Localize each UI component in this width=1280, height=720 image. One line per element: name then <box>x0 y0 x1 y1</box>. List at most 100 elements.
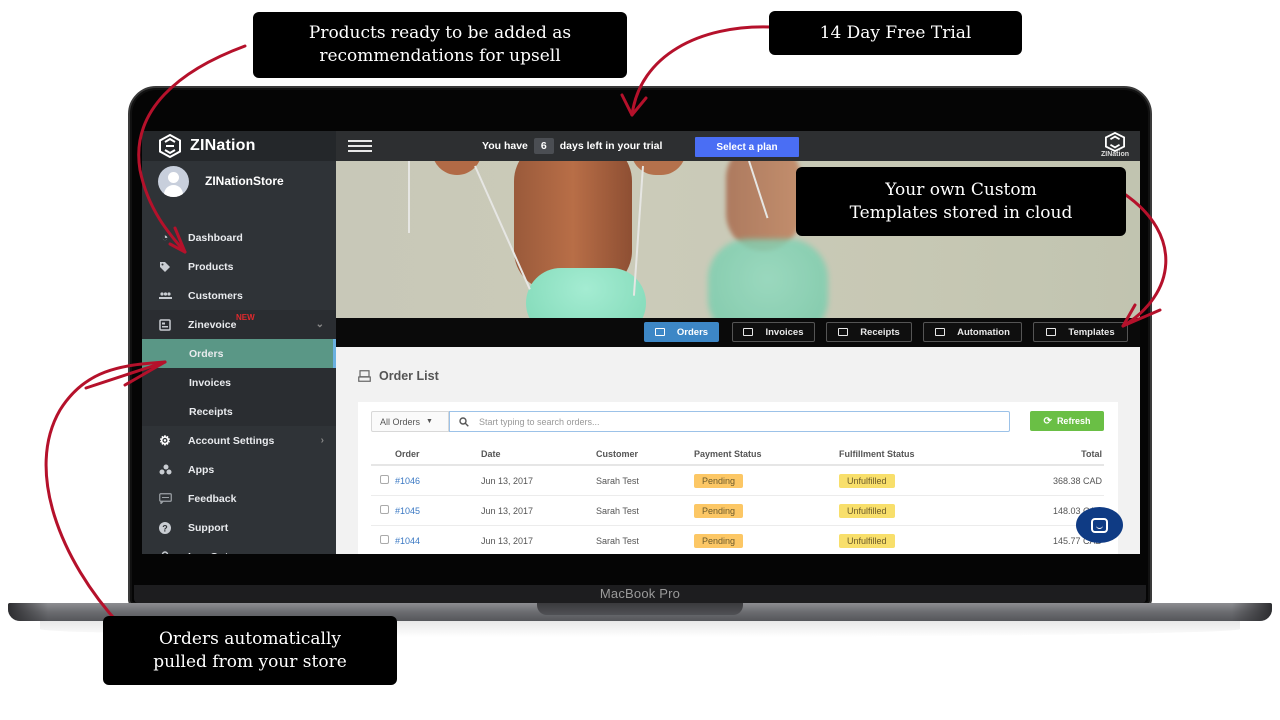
order-link[interactable]: #1044 <box>395 536 481 546</box>
invoice-icon <box>158 318 172 332</box>
tab-templates[interactable]: Templates <box>1033 322 1128 342</box>
order-link[interactable]: #1046 <box>395 476 481 486</box>
hero-hand <box>631 161 686 175</box>
sidebar-subitem-orders[interactable]: Orders <box>142 339 336 368</box>
table-row[interactable]: #1044 Jun 13, 2017 Sarah Test Pending Un… <box>371 526 1104 554</box>
chat-icon <box>1091 517 1108 533</box>
order-customer: Sarah Test <box>596 475 639 486</box>
hamburger-menu-icon[interactable] <box>348 140 372 152</box>
store-name: ZINationStore <box>205 174 284 188</box>
column-header-order[interactable]: Order <box>395 449 481 459</box>
callout-orders-pulled: Orders automatically pulled from your st… <box>103 616 397 685</box>
sidebar-item-zinevoice[interactable]: Zinevoice NEW ⌄ <box>142 310 336 339</box>
column-header-fulfillment-status[interactable]: Fulfillment Status <box>839 449 1019 459</box>
tab-receipts[interactable]: Receipts <box>826 322 912 342</box>
sidebar-item-customers[interactable]: Customers <box>142 281 336 310</box>
svg-text:?: ? <box>162 523 168 533</box>
tab-label: Templates <box>1068 326 1115 338</box>
tab-orders[interactable]: Orders <box>644 322 719 342</box>
refresh-label: Refresh <box>1056 416 1091 426</box>
order-link[interactable]: #1045 <box>395 506 481 516</box>
column-header-customer[interactable]: Customer <box>596 449 694 459</box>
order-date: Jun 13, 2017 <box>481 475 534 486</box>
chevron-down-icon[interactable]: ⌄ <box>316 319 324 330</box>
section-tabs: Orders Invoices Receipts Automation Temp… <box>336 318 1140 347</box>
order-panel: All Orders ▼ Start typing to search orde… <box>358 402 1118 554</box>
tab-label: Orders <box>676 326 709 338</box>
row-checkbox[interactable] <box>380 505 389 514</box>
callout-line: Products ready to be added as <box>308 23 572 44</box>
sidebar-subitem-invoices[interactable]: Invoices <box>142 368 336 397</box>
sidebar-item-apps[interactable]: Apps <box>142 455 336 484</box>
promo-stage: MacBook Pro ZINation ZINationStore ◔ Das… <box>0 0 1280 720</box>
top-logo[interactable]: ZINation <box>1096 132 1134 158</box>
order-customer: Sarah Test <box>596 535 639 546</box>
zination-logo-icon <box>159 134 181 158</box>
trial-notice: You have 6 days left in your trial <box>482 138 662 154</box>
sidebar-item-label: Log Out <box>188 551 228 555</box>
fulfillment-status-badge: Unfulfilled <box>839 503 895 518</box>
orders-icon <box>654 328 665 336</box>
avatar <box>158 165 189 197</box>
chat-bubble-icon <box>158 492 172 506</box>
page-title-text: Order List <box>379 369 439 383</box>
column-header-total[interactable]: Total <box>1019 449 1104 459</box>
apps-icon <box>158 463 172 477</box>
brand-name: ZINation <box>190 137 256 154</box>
sidebar-item-label: Customers <box>188 289 243 302</box>
callout-line: Orders automatically <box>158 628 342 649</box>
order-total: 368.38 CAD <box>1052 475 1102 486</box>
order-list-icon <box>358 370 371 382</box>
sidebar-item-feedback[interactable]: Feedback <box>142 484 336 513</box>
select-plan-button[interactable]: Select a plan <box>695 137 799 157</box>
fulfillment-status-badge: Unfulfilled <box>839 473 895 488</box>
column-header-payment-status[interactable]: Payment Status <box>694 449 839 459</box>
sidebar-nav: ◔ Dashboard Products Customers Zinevoice… <box>142 223 336 554</box>
order-customer: Sarah Test <box>596 505 639 516</box>
sidebar-item-label: Feedback <box>188 492 237 505</box>
tab-label: Receipts <box>860 326 900 338</box>
order-filter-select[interactable]: All Orders ▼ <box>371 411 449 432</box>
refresh-button[interactable]: ⟳ Refresh <box>1030 411 1104 431</box>
chat-launcher-button[interactable] <box>1076 507 1123 543</box>
invoice-icon <box>743 328 754 336</box>
callout-line: Your own Custom <box>885 179 1037 200</box>
sidebar-item-label: Dashboard <box>188 231 243 244</box>
chevron-right-icon[interactable]: › <box>321 435 324 446</box>
tab-invoices[interactable]: Invoices <box>732 322 815 342</box>
zination-logo-icon <box>1105 132 1125 152</box>
trial-prefix: You have <box>482 140 528 152</box>
order-search-input[interactable]: Start typing to search orders... <box>449 411 1010 432</box>
hero-shoe <box>708 239 828 318</box>
callout-free-trial: 14 Day Free Trial <box>769 11 1022 55</box>
sidebar-subitem-receipts[interactable]: Receipts <box>142 397 336 426</box>
table-row[interactable]: #1046 Jun 13, 2017 Sarah Test Pending Un… <box>371 466 1104 496</box>
sidebar-item-account-settings[interactable]: ⚙ Account Settings › <box>142 426 336 455</box>
page-title: Order List <box>358 369 439 383</box>
row-checkbox[interactable] <box>380 535 389 544</box>
sidebar-item-support[interactable]: ? Support <box>142 513 336 542</box>
question-circle-icon: ? <box>158 521 172 535</box>
table-row[interactable]: #1045 Jun 13, 2017 Sarah Test Pending Un… <box>371 496 1104 526</box>
users-icon <box>158 289 172 303</box>
refresh-icon: ⟳ <box>1043 415 1052 427</box>
order-list-section: Order List All Orders ▼ Start typing to … <box>336 347 1140 554</box>
sidebar-item-dashboard[interactable]: ◔ Dashboard <box>142 223 336 252</box>
payment-status-badge: Pending <box>694 533 744 548</box>
tab-automation[interactable]: Automation <box>923 322 1022 342</box>
sidebar-item-log-out[interactable]: Log Out <box>142 542 336 554</box>
tab-label: Invoices <box>765 326 804 338</box>
fulfillment-status-badge: Unfulfilled <box>839 533 895 548</box>
hero-lace <box>632 165 644 296</box>
order-date: Jun 13, 2017 <box>481 505 534 516</box>
laptop-notch <box>537 603 743 615</box>
sidebar-item-products[interactable]: Products <box>142 252 336 281</box>
template-icon <box>1046 328 1057 336</box>
row-checkbox[interactable] <box>380 475 389 484</box>
callout-custom-templates: Your own Custom Templates stored in clou… <box>796 167 1126 236</box>
receipt-icon <box>838 328 849 336</box>
column-header-date[interactable]: Date <box>481 449 596 459</box>
lock-icon <box>158 550 172 554</box>
callout-line: 14 Day Free Trial <box>819 22 972 43</box>
profile[interactable]: ZINationStore <box>142 153 336 209</box>
